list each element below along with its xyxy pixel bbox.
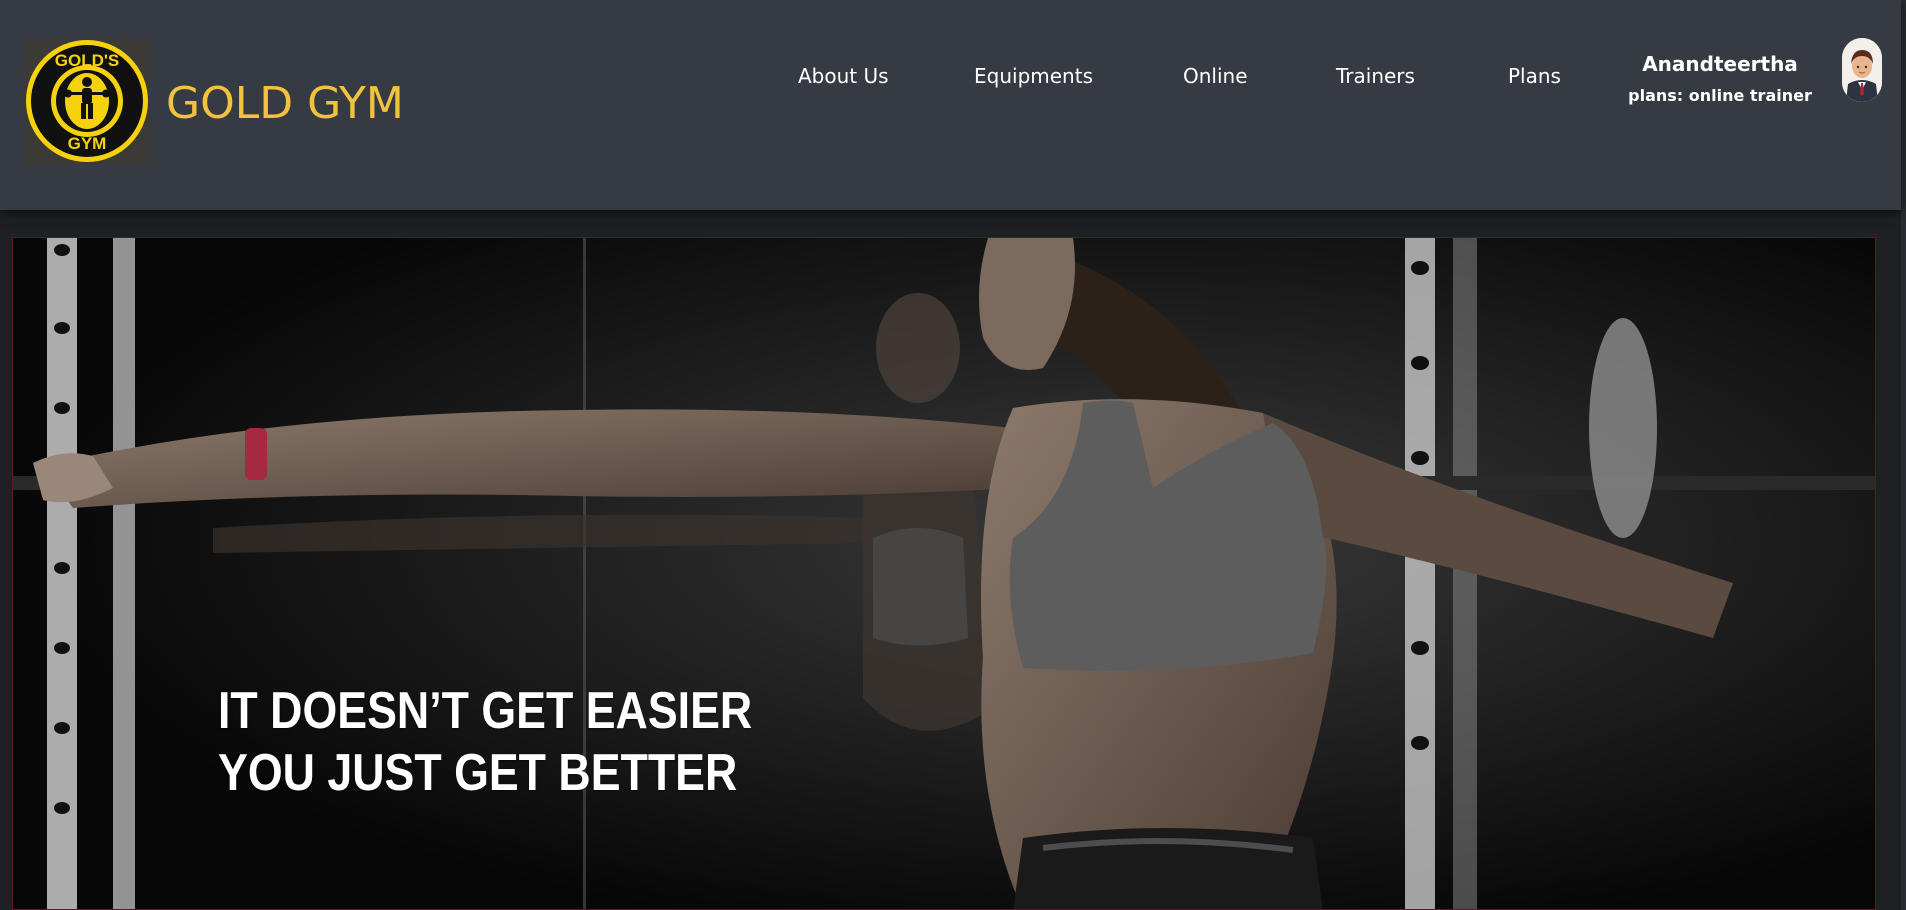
brand-name[interactable]: GOLD GYM [166,78,404,129]
hero-tagline-line1: IT DOESN’T GET EASIER [218,682,753,740]
nav-equipments[interactable]: Equipments [974,64,1093,88]
hero-gym-image [13,238,1875,909]
nav-about-us[interactable]: About Us [798,64,889,88]
gym-logo[interactable]: GOLD'S GYM [24,38,150,164]
page-scrollbar[interactable] [1901,0,1906,910]
site-header: GOLD'S GYM GOLD GYM About Us Equipments … [0,0,1901,210]
user-avatar-icon [1842,38,1882,102]
user-plan: plans: online trainer [1628,86,1812,105]
nav-plans[interactable]: Plans [1508,64,1561,88]
nav-online[interactable]: Online [1183,64,1248,88]
golds-gym-logo-icon: GOLD'S GYM [26,40,148,162]
user-name[interactable]: Anandteertha [1600,52,1840,76]
hero-tagline-line2: YOU JUST GET BETTER [218,744,738,802]
hero-banner: IT DOESN’T GET EASIER YOU JUST GET BETTE… [12,237,1876,910]
logo-bottom-text: GYM [68,134,107,153]
hero-tagline: IT DOESN’T GET EASIER YOU JUST GET BETTE… [218,680,752,804]
nav-trainers[interactable]: Trainers [1336,64,1415,88]
user-avatar[interactable] [1842,38,1882,102]
logo-top-text: GOLD'S [55,51,120,70]
